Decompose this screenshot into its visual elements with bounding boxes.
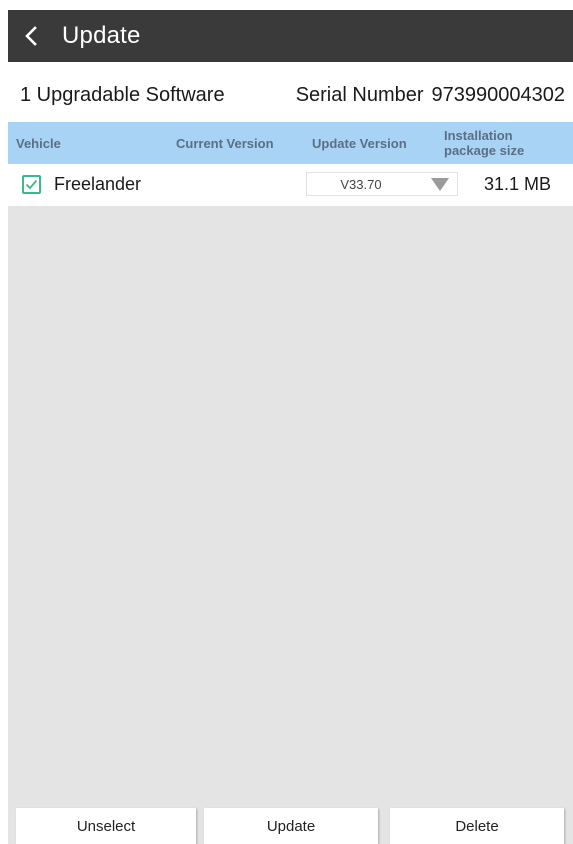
update-version-value: V33.70 [340,176,382,192]
delete-button[interactable]: Delete [390,808,564,844]
update-button[interactable]: Update [204,808,378,844]
column-header-package-size: Installation package size [444,122,524,164]
column-header-current-version: Current Version [176,135,274,151]
vehicle-name: Freelander [54,174,142,194]
title-bar: Update [8,10,573,62]
row-checkbox[interactable] [22,175,41,194]
back-button[interactable] [8,10,54,62]
serial-value: 973990004302 [431,83,565,106]
action-bar: Unselect Update Delete [8,806,573,844]
dropdown-triangle-icon [431,178,449,191]
column-header-package-size-line1: Installation [444,128,513,143]
serial-label: Serial Number [295,83,424,106]
table-row[interactable]: Freelander V33.70 31.1 MB [8,164,573,206]
checkmark-icon [25,179,38,190]
unselect-button[interactable]: Unselect [16,808,196,844]
upgradable-count: 1 Upgradable Software [20,83,225,106]
chevron-left-icon [25,26,37,46]
page-title: Update [62,22,141,49]
serial-number: Serial Number 973990004302 [296,84,573,107]
software-info-row: 1 Upgradable Software Serial Number 97399… [8,70,573,120]
column-header-update-version: Update Version [312,135,407,151]
update-screen: Update 1 Upgradable Software Serial Numb… [0,0,573,844]
column-header-vehicle: Vehicle [16,135,61,151]
update-version-select[interactable]: V33.70 [306,172,458,196]
table-header: Vehicle Current Version Update Version I… [8,122,573,164]
package-size: 31.1 MB [483,174,551,194]
software-list-area [8,206,573,806]
column-header-package-size-line2: package size [444,143,525,158]
